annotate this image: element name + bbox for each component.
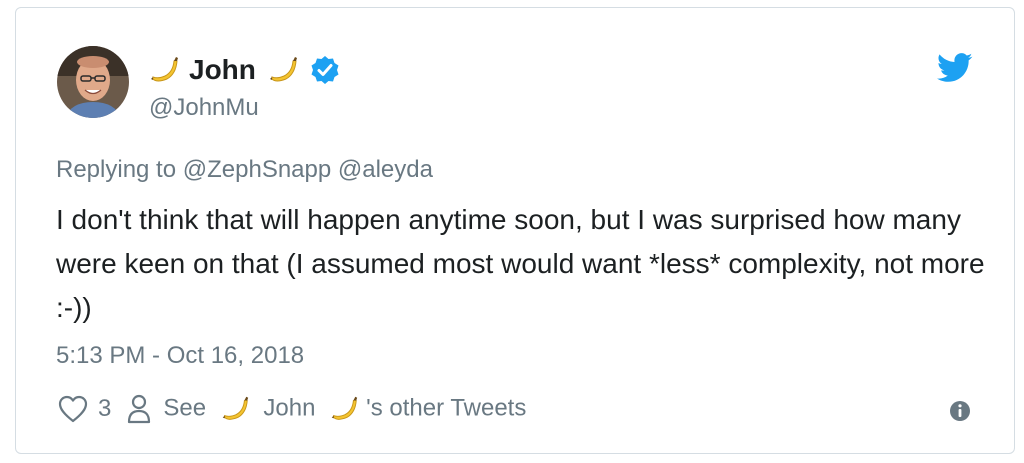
- reply-mention[interactable]: @aleyda: [338, 156, 433, 183]
- heart-icon[interactable]: [58, 395, 88, 423]
- banana-icon: [151, 57, 178, 82]
- author-handle[interactable]: @JohnMu: [149, 94, 340, 122]
- tweet-timestamp[interactable]: 5:13 PM - Oct 16, 2018: [56, 342, 304, 370]
- twitter-bird-icon[interactable]: [937, 53, 973, 83]
- author-name-row[interactable]: John: [147, 50, 340, 90]
- see-label: See: [163, 394, 207, 422]
- verified-badge-icon: [311, 56, 339, 84]
- banana-icon: [269, 57, 297, 82]
- banana-icon: [222, 396, 248, 420]
- avatar[interactable]: [57, 46, 129, 118]
- tweet-actions: 3 See John 's other Tweets: [58, 393, 526, 425]
- other-tweets-suffix: 's other Tweets: [366, 394, 527, 422]
- author-name[interactable]: John: [189, 54, 256, 86]
- replying-to-line: Replying to @ZephSnapp @aleyda: [56, 156, 433, 184]
- banana-icon: [331, 396, 358, 420]
- info-icon[interactable]: [949, 400, 971, 422]
- see-other-tweets-link[interactable]: See John 's other Tweets: [163, 393, 526, 425]
- tweet-text: I don't think that will happen anytime s…: [56, 204, 985, 323]
- avatar-image: [57, 46, 129, 118]
- like-count[interactable]: 3: [98, 395, 111, 423]
- reply-mention[interactable]: @ZephSnapp: [183, 156, 331, 183]
- author-header[interactable]: John @JohnMu: [147, 50, 340, 122]
- tweet-card: John @JohnMu Replying to @ZephSnapp @ale…: [15, 7, 1015, 454]
- person-icon[interactable]: [127, 394, 151, 424]
- replying-prefix: Replying to: [56, 156, 177, 183]
- other-tweets-name: John: [263, 394, 316, 422]
